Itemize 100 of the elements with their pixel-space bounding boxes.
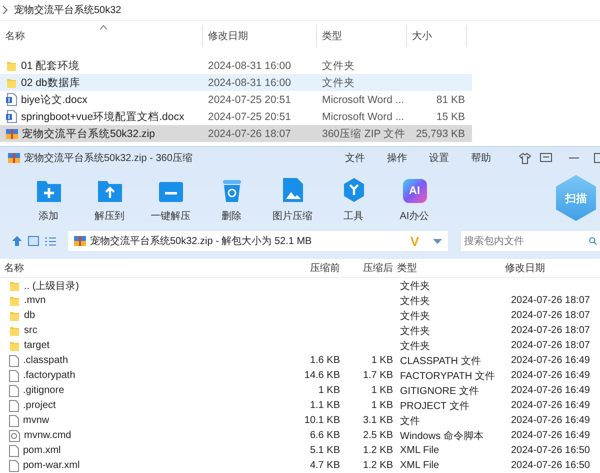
- file-row[interactable]: 01 配套环境 2024-08-31 16:00 文件夹: [0, 57, 472, 74]
- original-size: 1.6 KB: [308, 355, 340, 366]
- compressed-size: 1.7 KB: [362, 370, 393, 381]
- modified-date: 2024-07-25 20:51: [207, 110, 292, 122]
- compressed-size: 1 KB: [370, 385, 393, 396]
- script-file-icon: [9, 430, 20, 442]
- file-icon: [9, 414, 19, 426]
- document-icon: [6, 93, 17, 106]
- toolbar-button[interactable]: 图片压缩: [262, 173, 323, 223]
- toolbar-button[interactable]: 解压到: [79, 173, 140, 223]
- file-row[interactable]: 宠物交流平台系统50k32.zip 2024-07-26 18:07 360压缩 ZIP 文件 25,793 KB: [0, 125, 472, 142]
- modified-date: 2024-07-26 18:07: [510, 340, 591, 351]
- search-icon[interactable]: [586, 231, 600, 251]
- search-field[interactable]: 搜索包内文件: [461, 231, 586, 251]
- archive-icon: [74, 235, 86, 247]
- modified-date: 2024-07-26 16:49: [510, 370, 591, 381]
- list-view-icon[interactable]: [45, 236, 56, 246]
- menu-item[interactable]: 帮助: [471, 151, 491, 165]
- compressed-size: 1.2 KB: [362, 445, 393, 456]
- breadcrumb-item[interactable]: 宠物交流平台系统50k32: [14, 3, 122, 17]
- hexagon-icon: [342, 177, 366, 203]
- file-type: 文件夹: [399, 294, 431, 308]
- dropdown-caret-icon[interactable]: [433, 238, 442, 244]
- file-size: 25,793 KB: [414, 128, 466, 140]
- toolbar-button[interactable]: 添加: [18, 173, 79, 223]
- toolbar-button[interactable]: AI AI办公: [384, 173, 445, 223]
- file-icon: [9, 370, 19, 382]
- original-size: 1.1 KB: [308, 400, 340, 411]
- file-type: 文件夹: [399, 310, 431, 322]
- minimize-icon[interactable]: [569, 156, 579, 160]
- ai-icon: AI: [402, 179, 426, 203]
- file-size: 81 KB: [435, 94, 466, 106]
- file-type: GITIGNORE 文件: [399, 384, 480, 398]
- column-header[interactable]: 类型: [393, 261, 501, 275]
- file-name: src: [24, 325, 38, 336]
- thumbnail-view-icon[interactable]: [28, 236, 39, 246]
- file-type: 文件夹: [321, 58, 356, 72]
- file-type: PROJECT 文件: [399, 400, 470, 412]
- column-header[interactable]: 类型: [317, 25, 407, 47]
- menu-item[interactable]: 设置: [429, 151, 449, 165]
- file-name: mvnw: [23, 415, 50, 426]
- archive-icon: [6, 128, 18, 140]
- original-size: 10.1 KB: [303, 415, 340, 426]
- original-size: 5.1 KB: [308, 445, 340, 456]
- folder-icon: [9, 280, 20, 292]
- toolbar-button[interactable]: 一键解压: [140, 173, 201, 223]
- column-header[interactable]: 大小: [407, 25, 467, 47]
- column-header[interactable]: 名称: [0, 261, 290, 275]
- toolbar-button[interactable]: 删除: [201, 173, 262, 223]
- file-type: 360压缩 ZIP 文件: [321, 126, 406, 140]
- archive-icon: [8, 152, 20, 164]
- modified-date: 2024-07-26 18:07: [510, 310, 591, 321]
- file-name: biye论文.docx: [21, 92, 88, 106]
- folder-plus-icon: [36, 179, 62, 203]
- folder-icon: [9, 294, 20, 306]
- message-icon[interactable]: [540, 153, 552, 163]
- column-header[interactable]: 压缩前: [290, 261, 340, 275]
- file-icon: [9, 354, 19, 366]
- menu-item[interactable]: 操作: [387, 151, 407, 165]
- modified-date: 2024-07-26 16:49: [510, 430, 591, 441]
- logo-mark: V: [410, 234, 419, 248]
- modified-date: 2024-07-26 16:49: [510, 385, 591, 396]
- trash-icon: [222, 179, 242, 203]
- file-row[interactable]: 02 db数据库 2024-08-31 16:00 文件夹: [0, 74, 472, 91]
- file-type: XML File: [399, 460, 440, 471]
- modified-date: 2024-08-31 16:00: [207, 76, 292, 88]
- file-type: Microsoft Word ...: [321, 110, 406, 122]
- up-arrow-icon[interactable]: [12, 236, 22, 246]
- file-icon: [9, 400, 19, 412]
- toolbar-button[interactable]: 工具: [323, 173, 384, 223]
- chevron-icon: [2, 6, 8, 14]
- column-header[interactable]: 修改日期: [203, 25, 317, 47]
- file-type: CLASSPATH 文件: [399, 354, 482, 368]
- file-name: target: [24, 340, 50, 351]
- file-name: .project: [23, 400, 56, 411]
- original-size: 4.7 KB: [308, 460, 340, 471]
- file-name: mvnw.cmd: [24, 430, 72, 441]
- file-name: pom.xml: [23, 445, 61, 456]
- column-header[interactable]: 名称: [0, 25, 203, 47]
- file-row[interactable]: biye论文.docx 2024-07-25 20:51 Microsoft Word ... 81 KB: [0, 91, 472, 108]
- compressed-size: 2.5 KB: [362, 430, 393, 441]
- file-name: db: [24, 310, 36, 321]
- file-row[interactable]: springboot+vue环境配置文档.docx 2024-07-25 20:51 Microsoft Word ... 15 KB: [0, 108, 472, 125]
- file-icon: [9, 384, 19, 396]
- file-type: Microsoft Word ...: [321, 94, 406, 106]
- file-name: .factorypath: [23, 370, 76, 381]
- file-name: springboot+vue环境配置文档.docx: [21, 110, 184, 124]
- file-name: 01 配套环境: [21, 58, 80, 72]
- folder-up-icon: [96, 179, 122, 203]
- column-header[interactable]: 压缩后: [340, 261, 393, 275]
- original-size: 1 KB: [317, 385, 340, 396]
- path-field[interactable]: 宠物交流平台系统50k32.zip - 解包大小为 52.1 MB V: [68, 231, 448, 251]
- compressed-size: 1 KB: [370, 355, 393, 366]
- modified-date: 2024-07-26 16:49: [510, 415, 591, 426]
- file-type: 文件夹: [399, 324, 431, 338]
- menu-item[interactable]: 文件: [345, 151, 365, 165]
- file-name: .classpath: [23, 355, 68, 366]
- file-name: pom-war.xml: [23, 460, 80, 471]
- shirt-icon[interactable]: [519, 152, 531, 164]
- column-header[interactable]: 修改日期: [501, 261, 600, 275]
